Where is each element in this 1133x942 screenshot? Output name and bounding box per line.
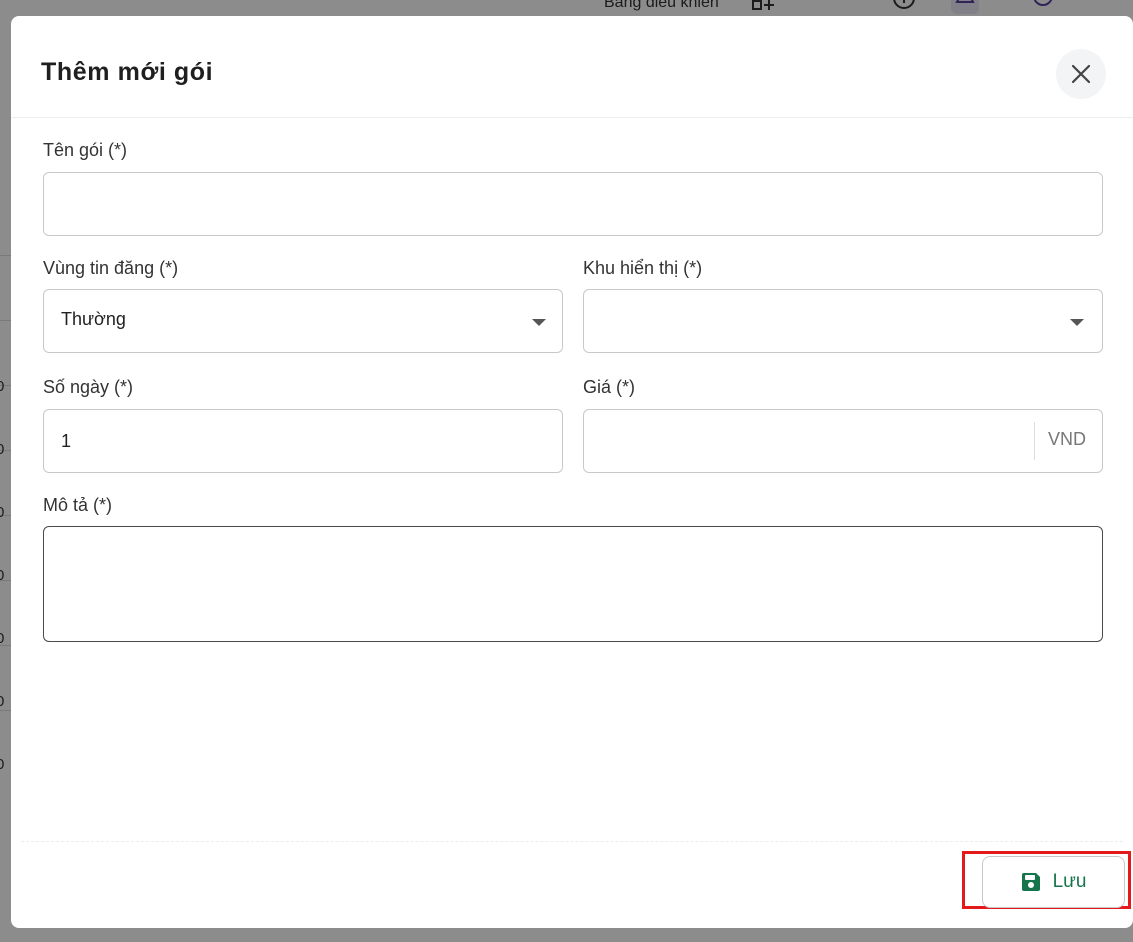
- description-textarea[interactable]: [43, 526, 1103, 642]
- description-label: Mô tả (*): [43, 495, 113, 515]
- price-input[interactable]: [584, 410, 1034, 472]
- close-button[interactable]: [1056, 49, 1106, 99]
- chevron-down-icon: [532, 319, 546, 326]
- price-field: VND: [583, 409, 1103, 473]
- package-name-input[interactable]: [44, 173, 1102, 235]
- display-area-label: Khu hiển thị (*): [583, 258, 703, 278]
- listing-zone-select[interactable]: Thường: [43, 289, 563, 353]
- price-label: Giá (*): [583, 377, 636, 397]
- price-suffix-divider: [1034, 422, 1035, 460]
- save-button[interactable]: Lưu: [982, 856, 1125, 908]
- package-name-field: [43, 172, 1103, 236]
- display-area-select[interactable]: [583, 289, 1103, 353]
- days-label: Số ngày (*): [43, 377, 134, 397]
- header-divider: [11, 117, 1133, 118]
- price-currency-suffix: VND: [1048, 429, 1087, 449]
- close-icon: [1071, 64, 1091, 84]
- listing-zone-label: Vùng tin đăng (*): [43, 258, 179, 278]
- floppy-disk-icon: [1021, 873, 1040, 891]
- modal-title: Thêm mới gói: [41, 58, 214, 86]
- days-field: [43, 409, 563, 473]
- days-input[interactable]: [44, 410, 562, 472]
- package-name-label: Tên gói (*): [43, 140, 128, 160]
- chevron-down-icon: [1070, 319, 1084, 326]
- listing-zone-value: Thường: [61, 309, 126, 329]
- save-button-label: Lưu: [1052, 871, 1087, 892]
- footer-divider: [21, 841, 1123, 842]
- add-package-modal: Thêm mới gói Tên gói (*) Vùng tin đăng (…: [11, 16, 1133, 928]
